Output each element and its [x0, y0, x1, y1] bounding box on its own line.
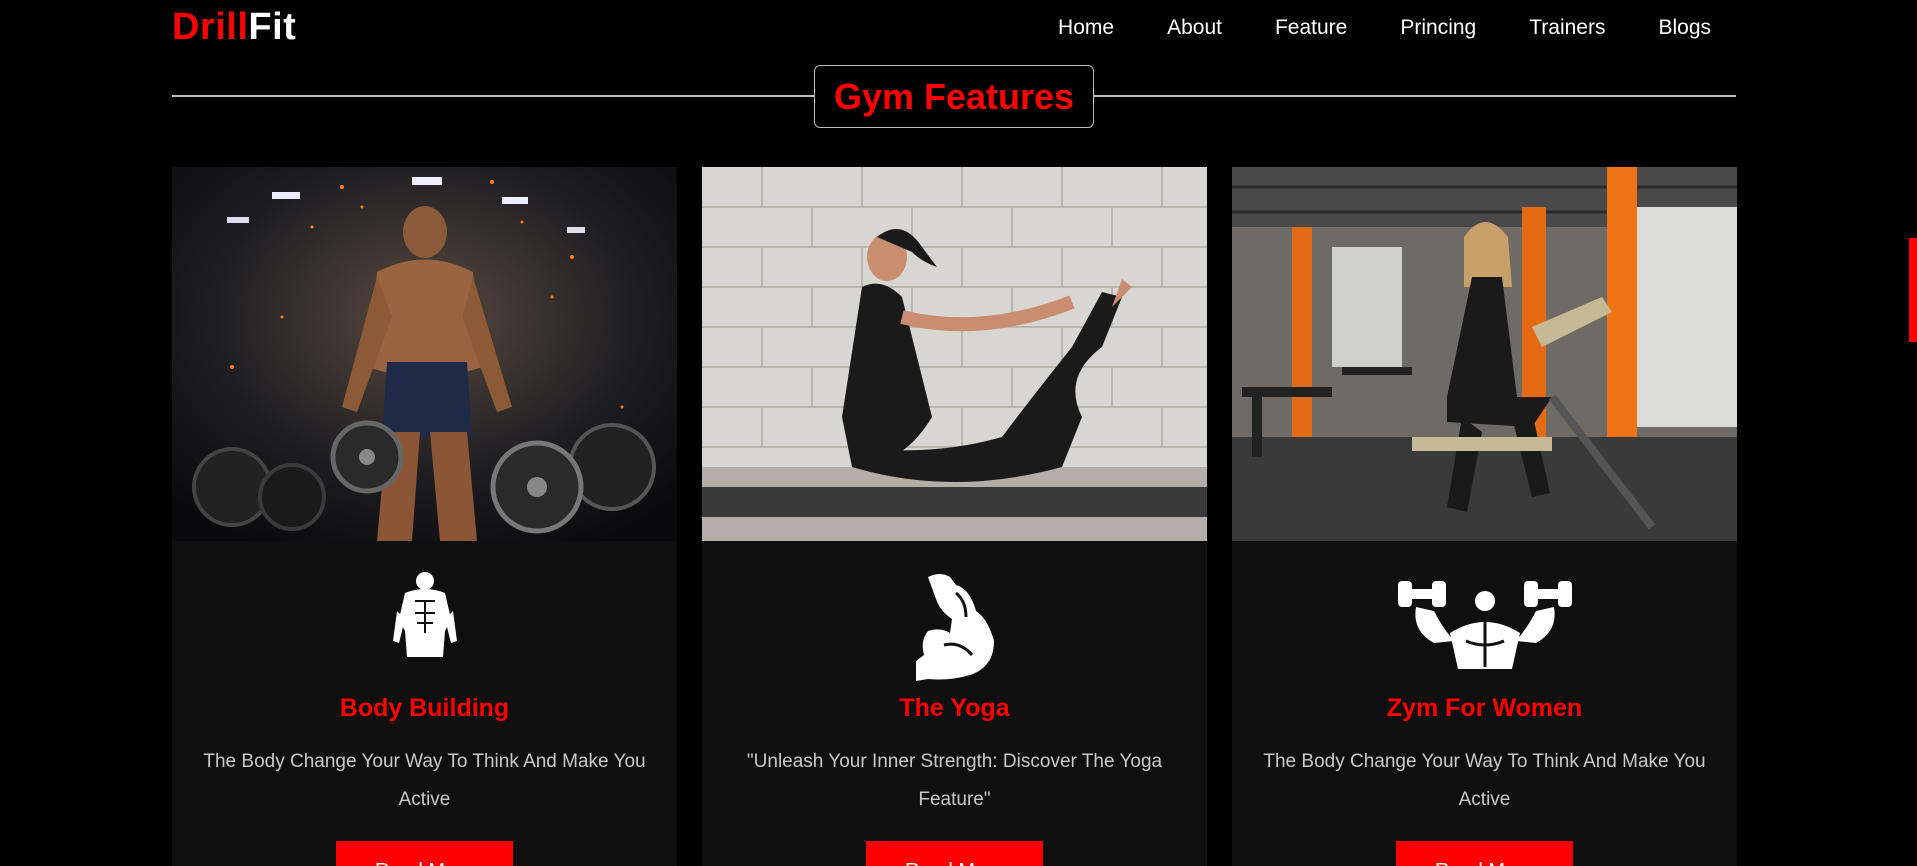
- nav-home[interactable]: Home: [1058, 16, 1114, 40]
- card-description: "Unleash Your Inner Strength: Discover T…: [746, 751, 1163, 810]
- feature-card-women: Zym For Women The Body Change Your Way T…: [1232, 167, 1737, 866]
- read-more-button[interactable]: Read More: [336, 841, 513, 866]
- dumbbell-muscle-icon: [1397, 581, 1572, 669]
- read-more-button[interactable]: Read More: [1396, 841, 1573, 866]
- page: DrillFit Home About Feature Princing Tra…: [0, 0, 1917, 866]
- card-description: The Body Change Your Way To Think And Ma…: [203, 751, 646, 810]
- women-gym-image: [1232, 167, 1737, 541]
- flexed-arm-icon-wrap: [702, 571, 1207, 685]
- logo-drill: Drill: [172, 6, 249, 48]
- bodybuilder-icon: [392, 572, 457, 657]
- nav-about[interactable]: About: [1167, 16, 1222, 40]
- logo-fit: Fit: [248, 6, 297, 48]
- section-title: Gym Features: [833, 75, 1075, 117]
- read-more-button[interactable]: Read More: [866, 841, 1043, 866]
- nav-feature[interactable]: Feature: [1275, 16, 1347, 40]
- main-nav: Home About Feature Princing Trainers Blo…: [1058, 16, 1711, 40]
- feature-cards: Body Building The Body Change Your Way T…: [172, 167, 1737, 866]
- bodybuilder-icon-wrap: [172, 571, 677, 665]
- card-title: Zym For Women: [1386, 694, 1583, 722]
- feature-card-body-building: Body Building The Body Change Your Way T…: [172, 167, 677, 866]
- card-title: The Yoga: [899, 694, 1010, 722]
- dumbbell-muscle-icon-wrap: [1232, 571, 1737, 673]
- scroll-indicator[interactable]: [1909, 238, 1917, 342]
- section-title-box: Gym Features: [814, 65, 1094, 128]
- nav-pricing[interactable]: Princing: [1400, 16, 1476, 40]
- body-building-image: [172, 167, 677, 541]
- card-title: Body Building: [339, 694, 510, 722]
- flexed-arm-icon: [915, 574, 994, 681]
- nav-trainers[interactable]: Trainers: [1529, 16, 1605, 40]
- yoga-image: [702, 167, 1207, 541]
- logo[interactable]: DrillFit: [172, 6, 296, 49]
- feature-card-yoga: The Yoga "Unleash Your Inner Strength: D…: [702, 167, 1207, 866]
- card-description: The Body Change Your Way To Think And Ma…: [1263, 751, 1706, 810]
- nav-blogs[interactable]: Blogs: [1658, 16, 1711, 40]
